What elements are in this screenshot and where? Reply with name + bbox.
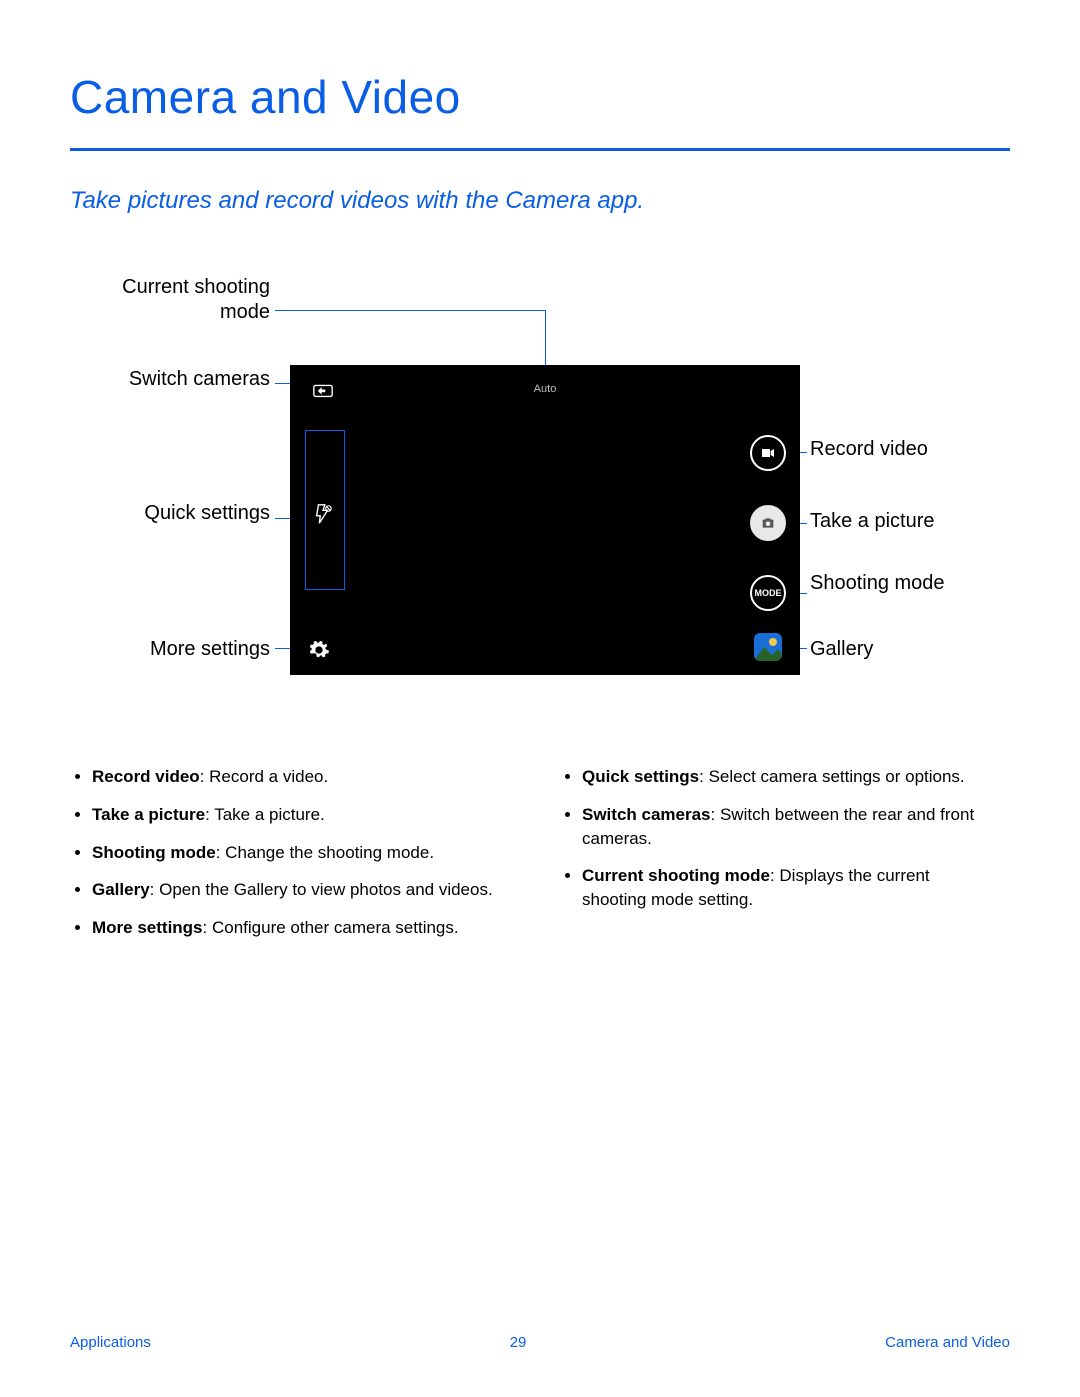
mode-button: MODE [750,575,786,611]
list-item: Quick settings: Select camera settings o… [582,765,990,789]
bullet-list-right: Quick settings: Select camera settings o… [560,765,990,954]
bullet-columns: Record video: Record a video. Take a pic… [70,765,1010,954]
label-gallery: Gallery [810,637,1010,662]
label-record-video: Record video [810,437,1010,462]
label-switch-cameras: Switch cameras [70,367,270,392]
list-item: Switch cameras: Switch between the rear … [582,803,990,851]
label-shooting-mode: Shooting mode [810,571,1010,596]
label-take-picture: Take a picture [810,509,1010,534]
list-item: Take a picture: Take a picture. [92,803,500,827]
camera-diagram: Current shooting mode Switch cameras Qui… [70,275,1010,695]
gallery-thumbnail [754,633,782,661]
switch-camera-icon [312,381,334,399]
label-current-shooting-mode: Current shooting mode [70,275,270,325]
list-item: Record video: Record a video. [92,765,500,789]
list-item: More settings: Configure other camera se… [92,916,500,940]
flash-icon [312,503,334,525]
label-quick-settings: Quick settings [70,501,270,526]
leader-line [275,310,545,311]
page-footer: Applications 29 Camera and Video [70,1334,1010,1351]
page-title: Camera and Video [70,70,1010,124]
gear-icon [308,639,330,661]
list-item: Gallery: Open the Gallery to view photos… [92,878,500,902]
footer-section-right: Camera and Video [885,1334,1010,1351]
list-item: Shooting mode: Change the shooting mode. [92,841,500,865]
record-video-button [750,435,786,471]
bullet-list-left: Record video: Record a video. Take a pic… [70,765,500,954]
page-subtitle: Take pictures and record videos with the… [70,187,1010,215]
footer-section-left: Applications [70,1334,151,1351]
current-mode-text: Auto [534,383,557,395]
camera-screenshot: Auto MODE [290,365,800,675]
list-item: Current shooting mode: Displays the curr… [582,864,990,912]
title-rule [70,148,1010,151]
take-picture-button [750,505,786,541]
page-number: 29 [510,1334,527,1351]
label-more-settings: More settings [70,637,270,662]
